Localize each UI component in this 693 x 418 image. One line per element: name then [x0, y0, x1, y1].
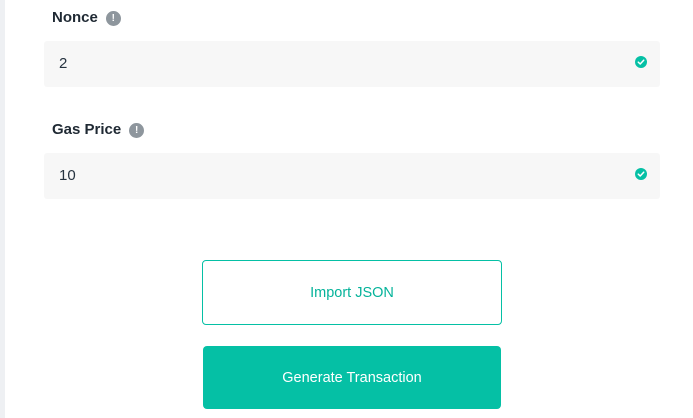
gas-price-label-text: Gas Price	[52, 121, 122, 138]
gas-price-value[interactable]: 10	[59, 167, 76, 185]
checkmark-glyph	[637, 59, 645, 65]
check-circle-icon	[635, 56, 647, 68]
info-icon[interactable]: !	[105, 10, 121, 26]
nonce-value[interactable]: 2	[59, 55, 67, 73]
checkmark-glyph	[637, 171, 645, 177]
check-circle-icon	[635, 168, 647, 180]
left-rail	[0, 0, 5, 418]
nonce-label: Nonce !	[52, 9, 121, 27]
gas-price-input[interactable]: 10	[44, 153, 660, 199]
nonce-input[interactable]: 2	[44, 41, 660, 87]
nonce-label-text: Nonce	[52, 9, 98, 26]
info-icon[interactable]: !	[129, 122, 145, 138]
gas-price-label: Gas Price !	[52, 121, 145, 139]
import-json-button[interactable]: Import JSON	[202, 260, 502, 325]
generate-transaction-button[interactable]: Generate Transaction	[203, 346, 501, 409]
